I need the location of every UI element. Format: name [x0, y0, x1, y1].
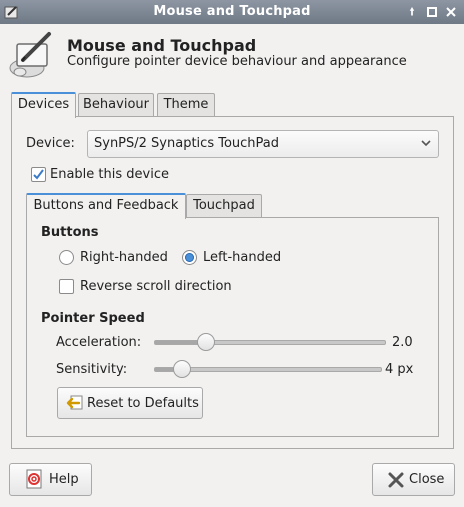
page-title: Mouse and Touchpad [67, 36, 257, 55]
tab-theme[interactable]: Theme [157, 93, 215, 116]
acceleration-slider-handle[interactable] [197, 333, 215, 351]
window-up-icon[interactable]: 🠙 [404, 4, 420, 20]
help-label: Help [49, 472, 79, 487]
help-button[interactable]: Help [9, 463, 92, 496]
reset-defaults-button[interactable]: Reset to Defaults [57, 387, 203, 419]
window-close-icon[interactable] [443, 4, 459, 20]
device-select-value: SynPS/2 Synaptics TouchPad [94, 136, 280, 151]
sensitivity-slider[interactable] [154, 360, 382, 378]
enable-device-checkbox[interactable] [31, 167, 46, 182]
device-select[interactable]: SynPS/2 Synaptics TouchPad [87, 130, 439, 158]
reset-defaults-label: Reset to Defaults [87, 396, 199, 411]
reset-icon [66, 395, 83, 410]
tab-buttons-feedback[interactable]: Buttons and Feedback [26, 193, 186, 219]
checkmark-icon [33, 169, 44, 180]
tab-devices[interactable]: Devices [11, 92, 76, 118]
help-icon [26, 469, 42, 489]
close-label: Close [409, 472, 445, 487]
right-handed-radio[interactable] [59, 250, 74, 265]
acceleration-slider[interactable] [154, 333, 386, 351]
reverse-scroll-label: Reverse scroll direction [80, 279, 232, 294]
sensitivity-label: Sensitivity: [56, 362, 128, 377]
dropdown-arrow-icon [421, 140, 431, 147]
mouse-pen-icon [9, 32, 51, 78]
dialog-header: Mouse and Touchpad Configure pointer dev… [0, 24, 464, 84]
page-subtitle: Configure pointer device behaviour and a… [67, 54, 407, 69]
sensitivity-slider-handle[interactable] [173, 360, 191, 378]
sensitivity-value: 4 px [385, 362, 414, 377]
close-icon [388, 472, 404, 488]
right-handed-label: Right-handed [80, 250, 168, 265]
device-label: Device: [26, 136, 75, 151]
left-handed-label: Left-handed [203, 250, 282, 265]
buttons-heading: Buttons [41, 225, 99, 240]
reverse-scroll-checkbox[interactable] [59, 279, 74, 294]
close-button[interactable]: Close [372, 463, 455, 496]
acceleration-label: Acceleration: [56, 335, 142, 350]
tab-touchpad[interactable]: Touchpad [186, 194, 262, 217]
window-title: Mouse and Touchpad [153, 4, 311, 19]
acceleration-value: 2.0 [392, 335, 413, 350]
tab-behaviour[interactable]: Behaviour [78, 93, 154, 116]
pointer-speed-heading: Pointer Speed [41, 311, 145, 326]
title-bar[interactable]: Mouse and Touchpad 🠙 [0, 0, 464, 24]
enable-device-label: Enable this device [50, 167, 169, 182]
window-maximize-icon[interactable] [424, 4, 440, 20]
left-handed-radio[interactable] [182, 250, 197, 265]
